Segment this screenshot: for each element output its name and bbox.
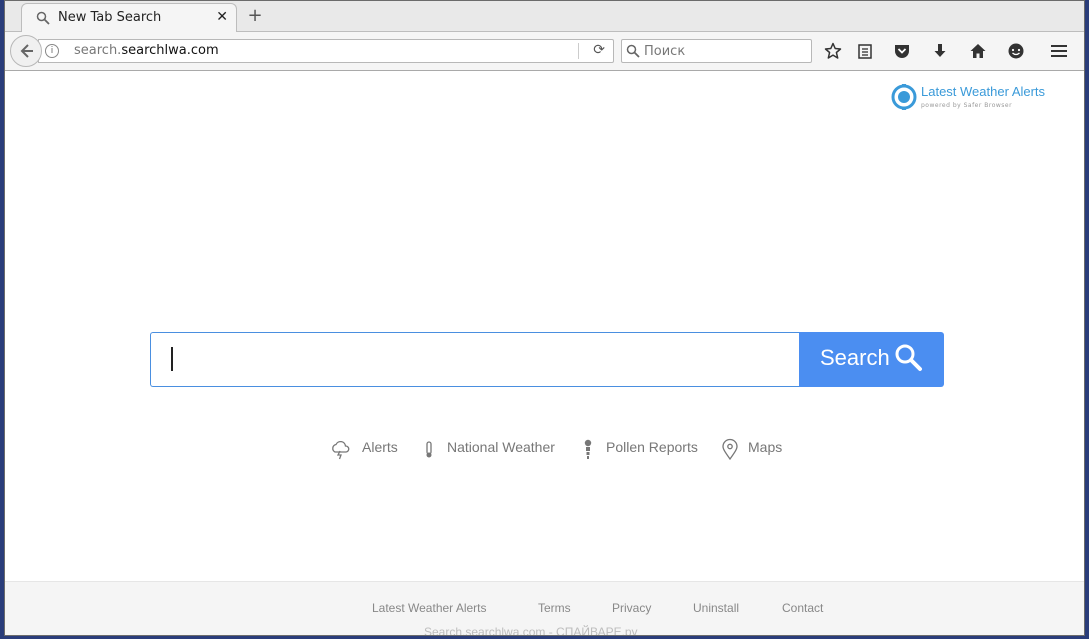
home-button[interactable] — [966, 40, 990, 62]
quicklink-label: Pollen Reports — [606, 439, 698, 455]
download-button[interactable] — [928, 40, 952, 62]
reading-list-button[interactable] — [853, 40, 877, 62]
home-icon — [970, 44, 986, 58]
tab-new-tab-search[interactable]: New Tab Search ✕ — [21, 3, 237, 33]
search-button[interactable]: Search — [799, 332, 944, 387]
browser-window: New Tab Search ✕ + i search.searchlwa.co… — [4, 0, 1085, 636]
search-icon — [895, 344, 922, 371]
chat-button[interactable] — [1004, 40, 1028, 62]
new-tab-button[interactable]: + — [245, 5, 265, 26]
thermometer-icon — [426, 441, 432, 458]
search-button-label: Search — [820, 345, 890, 370]
footer-link-terms[interactable]: Terms — [538, 601, 571, 615]
footer-link-privacy[interactable]: Privacy — [612, 601, 651, 615]
tab-strip: New Tab Search ✕ + — [5, 1, 1084, 33]
logo-subtitle: powered by Safer Browser — [921, 102, 1013, 109]
footer-link-uninstall[interactable]: Uninstall — [693, 601, 739, 615]
star-icon — [824, 42, 842, 59]
pocket-button[interactable] — [890, 40, 914, 62]
url-separator — [578, 43, 579, 59]
footer: Latest Weather Alerts Terms Privacy Unin… — [5, 581, 1084, 636]
reading-list-icon — [858, 44, 872, 59]
back-arrow-icon — [20, 44, 33, 58]
download-icon — [934, 44, 946, 57]
bookmark-star-button[interactable] — [821, 40, 845, 62]
quicklink-label: Alerts — [362, 439, 398, 455]
logo-icon — [891, 84, 917, 110]
info-icon[interactable]: i — [45, 44, 59, 58]
url-bar[interactable]: i search.searchlwa.com ⟳ — [38, 39, 614, 63]
text-cursor — [171, 347, 173, 371]
search-icon — [36, 11, 50, 25]
watermark-text: Search.searchlwa.com - СПАЙВАРЕ.ру — [424, 625, 638, 636]
reload-icon[interactable]: ⟳ — [593, 42, 605, 58]
browser-search-input[interactable] — [644, 42, 804, 60]
browser-search-bar[interactable] — [621, 39, 812, 63]
footer-link-contact[interactable]: Contact — [782, 601, 823, 615]
main-search-input[interactable] — [150, 332, 800, 387]
main-search: Search — [150, 332, 945, 387]
quicklink-label: National Weather — [447, 439, 555, 455]
search-icon — [626, 44, 640, 58]
logo-title: Latest Weather Alerts — [921, 84, 1046, 99]
page-content: Latest Weather Alerts powered by Safer B… — [5, 72, 1084, 581]
tab-close-icon[interactable]: ✕ — [216, 9, 228, 25]
menu-icon — [1051, 45, 1067, 57]
url-text[interactable]: search.searchlwa.com — [74, 43, 219, 58]
footer-link-latest-weather-alerts[interactable]: Latest Weather Alerts — [372, 601, 487, 615]
nav-bar: i search.searchlwa.com ⟳ — [5, 32, 1084, 71]
quicklink-label: Maps — [748, 439, 783, 455]
menu-button[interactable] — [1047, 40, 1071, 62]
tab-title: New Tab Search — [58, 10, 162, 25]
pocket-icon — [895, 45, 909, 58]
site-logo[interactable]: Latest Weather Alerts powered by Safer B… — [885, 82, 1055, 114]
pollen-icon — [584, 439, 592, 459]
cloud-lightning-icon — [332, 440, 350, 460]
back-button[interactable] — [10, 35, 42, 67]
chat-icon — [1008, 43, 1024, 59]
map-pin-icon — [722, 438, 738, 460]
